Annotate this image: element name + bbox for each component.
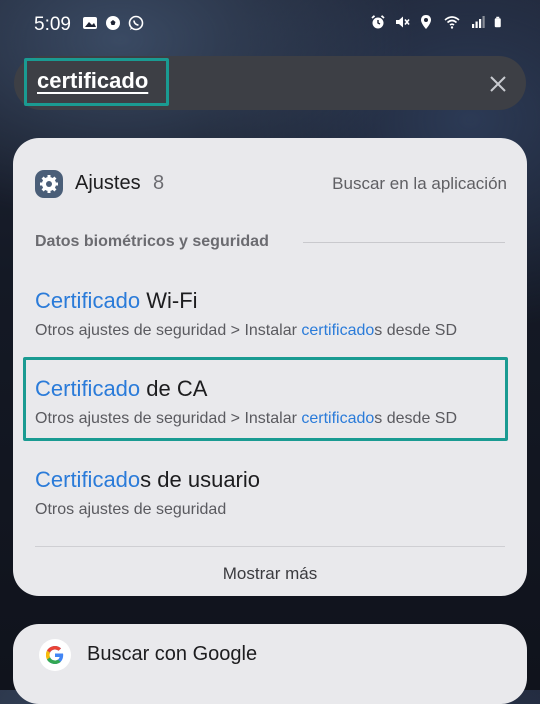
battery-icon <box>494 16 501 28</box>
card-divider <box>35 546 505 547</box>
google-search-card[interactable]: Buscar con Google <box>13 624 527 704</box>
location-icon <box>421 15 431 29</box>
section-divider <box>303 242 505 243</box>
gear-icon <box>35 170 63 198</box>
result-path: Otros ajustes de seguridad > Instalar ce… <box>35 322 458 339</box>
show-more-button[interactable]: Mostrar más <box>13 564 527 584</box>
whatsapp-icon <box>128 15 144 31</box>
google-g-icon <box>39 639 71 671</box>
result-item-certificados-de-usuario[interactable]: Certificados de usuario Otros ajustes de… <box>35 467 507 519</box>
status-time: 5:09 <box>34 14 71 35</box>
wifi-icon <box>444 16 460 29</box>
app-header-row: Ajustes 8 Buscar en la aplicación <box>35 170 507 200</box>
result-item-certificado-wifi[interactable]: Certificado Wi-Fi Otros ajustes de segur… <box>35 288 507 340</box>
signal-icon <box>472 16 485 28</box>
soccer-ball-icon <box>106 16 120 30</box>
result-path: Otros ajustes de seguridad <box>35 501 227 518</box>
selected-result-highlight-box <box>23 357 508 441</box>
section-header: Datos biométricos y seguridad <box>35 233 269 250</box>
mute-icon <box>396 16 410 28</box>
alarm-icon <box>371 15 385 29</box>
search-in-app-link[interactable]: Buscar en la aplicación <box>332 174 507 194</box>
image-icon <box>83 17 97 29</box>
result-title: Certificado Wi-Fi <box>35 288 198 313</box>
close-icon[interactable] <box>484 70 512 98</box>
search-input[interactable]: certificado <box>37 68 148 94</box>
status-bar: 5:09 <box>0 0 540 48</box>
result-title: Certificados de usuario <box>35 467 261 492</box>
search-with-google-label: Buscar con Google <box>87 643 258 665</box>
app-name: Ajustes <box>75 172 141 194</box>
result-count: 8 <box>153 172 165 194</box>
